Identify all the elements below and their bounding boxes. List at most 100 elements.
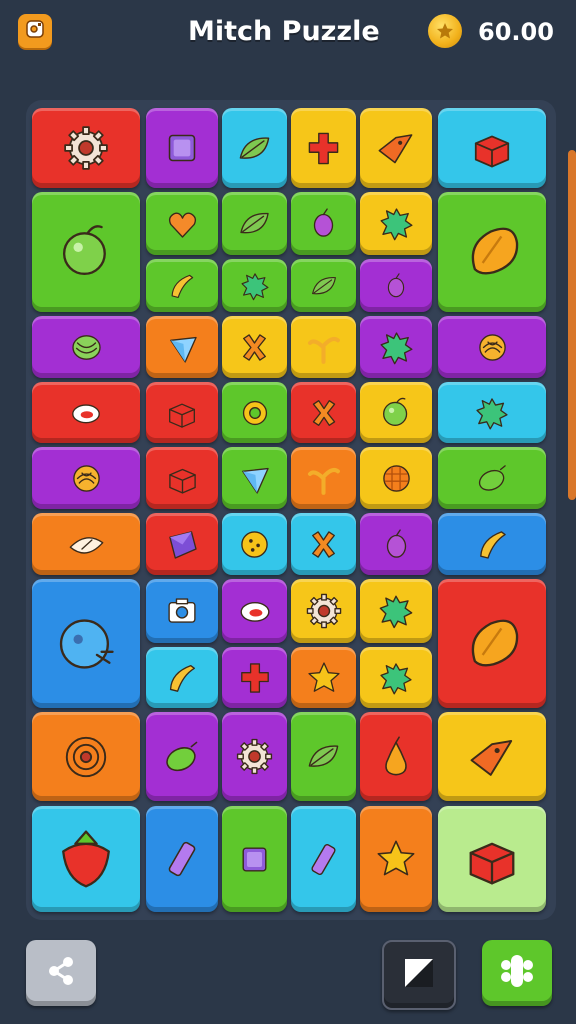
share-button[interactable]: [26, 940, 96, 1006]
tile[interactable]: [222, 513, 287, 575]
shell-icon: [64, 456, 109, 501]
tile[interactable]: [291, 192, 356, 255]
star-icon: [302, 656, 346, 700]
tile[interactable]: [291, 447, 356, 509]
tile[interactable]: [222, 712, 287, 801]
tile[interactable]: [360, 647, 432, 708]
tile[interactable]: [360, 316, 432, 378]
tile[interactable]: [291, 259, 356, 312]
ring-icon: [232, 588, 278, 634]
tile[interactable]: [438, 382, 546, 443]
bird-icon: [460, 725, 524, 789]
x-icon: [301, 522, 346, 567]
gear-icon: [301, 588, 347, 634]
tile[interactable]: [146, 192, 218, 255]
tile[interactable]: [146, 806, 218, 912]
menu-button[interactable]: [18, 14, 52, 48]
tile[interactable]: [438, 806, 546, 912]
tile[interactable]: [146, 316, 218, 378]
tile[interactable]: [438, 108, 546, 188]
tile[interactable]: [438, 316, 546, 378]
tile[interactable]: [438, 447, 546, 509]
tile[interactable]: [438, 192, 546, 312]
tile[interactable]: [291, 806, 356, 912]
tile[interactable]: [146, 259, 218, 312]
splat-icon: [374, 656, 418, 700]
tile[interactable]: [222, 447, 287, 509]
tile[interactable]: [438, 712, 546, 801]
box-icon: [160, 456, 205, 501]
tile[interactable]: [291, 579, 356, 643]
berry-icon: [374, 522, 419, 567]
share-icon: [42, 952, 80, 994]
tile[interactable]: [32, 712, 140, 801]
cross-icon: [233, 656, 277, 700]
tile[interactable]: [222, 192, 287, 255]
gear-icon: [231, 733, 278, 780]
eye-icon: [64, 522, 109, 567]
tile[interactable]: [222, 806, 287, 912]
tile[interactable]: [146, 108, 218, 188]
tile[interactable]: [291, 316, 356, 378]
tile[interactable]: [360, 382, 432, 443]
tile[interactable]: [146, 647, 218, 708]
tile[interactable]: [291, 382, 356, 443]
splat-icon: [470, 391, 514, 435]
leaf-icon: [232, 201, 277, 246]
gear-icon: [57, 119, 115, 177]
tile[interactable]: [360, 447, 432, 509]
tile[interactable]: [146, 447, 218, 509]
menu-icon: [24, 18, 46, 44]
tile[interactable]: [360, 108, 432, 188]
tile[interactable]: [32, 316, 140, 378]
side-panel-tab[interactable]: [568, 150, 576, 500]
lemon-icon: [156, 731, 208, 783]
grid-button[interactable]: [482, 940, 552, 1006]
tile[interactable]: [222, 259, 287, 312]
tile[interactable]: [360, 579, 432, 643]
tile[interactable]: [360, 192, 432, 255]
tile[interactable]: [146, 382, 218, 443]
tile[interactable]: [32, 108, 140, 188]
tile[interactable]: [32, 513, 140, 575]
splat-icon: [236, 267, 274, 305]
pear-icon: [370, 731, 422, 783]
tile[interactable]: [291, 712, 356, 801]
tile[interactable]: [438, 513, 546, 575]
mango-icon: [453, 213, 531, 291]
tile[interactable]: [291, 647, 356, 708]
tile[interactable]: [32, 382, 140, 443]
tile[interactable]: [360, 513, 432, 575]
x-icon: [302, 391, 346, 435]
tile[interactable]: [146, 579, 218, 643]
tile[interactable]: [291, 513, 356, 575]
tile[interactable]: [146, 712, 218, 801]
box-icon: [454, 821, 530, 897]
edit-button[interactable]: [382, 940, 456, 1010]
tile[interactable]: [32, 806, 140, 912]
leaf-icon: [231, 125, 278, 172]
tile[interactable]: [32, 579, 140, 708]
edit-icon: [400, 954, 438, 996]
tile[interactable]: [360, 712, 432, 801]
tile[interactable]: [438, 579, 546, 708]
tile[interactable]: [146, 513, 218, 575]
tile[interactable]: [360, 806, 432, 912]
tile[interactable]: [32, 192, 140, 312]
tile[interactable]: [222, 579, 287, 643]
cross-icon: [300, 125, 347, 172]
tile[interactable]: [32, 447, 140, 509]
splat-icon: [373, 588, 419, 634]
ring-icon: [64, 391, 108, 435]
tile[interactable]: [360, 259, 432, 312]
tile[interactable]: [291, 108, 356, 188]
tile[interactable]: [222, 316, 287, 378]
berry-icon: [377, 267, 415, 305]
triangle-icon: [160, 325, 205, 370]
tile[interactable]: [222, 382, 287, 443]
tile[interactable]: [222, 647, 287, 708]
box-icon: [463, 119, 521, 177]
bar-icon: [300, 836, 347, 883]
tile[interactable]: [222, 108, 287, 188]
gem-icon: [160, 522, 205, 567]
